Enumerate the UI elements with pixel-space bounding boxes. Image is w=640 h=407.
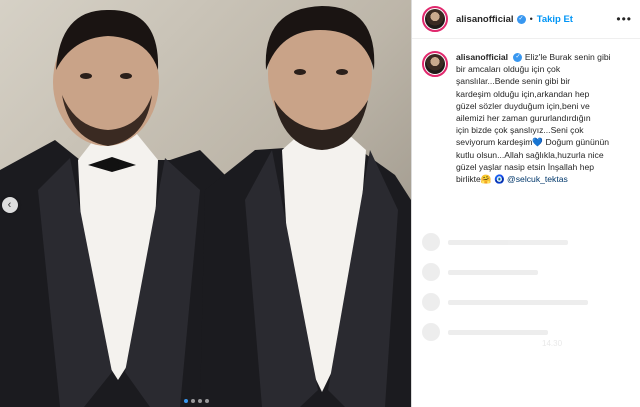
carousel-dot (205, 399, 209, 403)
caption-line: bir amcaları olduğu için çok (456, 64, 561, 75)
caption-line: seviyorum kardeşim (456, 137, 533, 148)
faded-row (422, 263, 631, 281)
caption-line: birlikte (456, 174, 481, 185)
separator-dot: • (529, 14, 533, 24)
follow-button[interactable]: Takip Et (537, 14, 573, 25)
carousel-dots (184, 399, 209, 403)
avatar[interactable] (422, 6, 448, 32)
mention-link[interactable]: @selcuk_tektas (507, 174, 568, 184)
verified-badge-icon: ✓ (516, 14, 526, 24)
verified-badge-icon: ✓ (513, 53, 523, 63)
caption-text: alisanofficial ✓ Eliz'le Burak senin gib… (456, 51, 632, 185)
hug-emoji-icon: 🤗 (480, 174, 492, 185)
caption-line: ailemizi her zaman gururlandırdığın (456, 113, 591, 124)
photo-illustration (0, 0, 411, 407)
evil-eye-emoji-icon: 🧿 (493, 174, 505, 185)
caption-line: için bizde çok şanslıyız...Seni çok (456, 125, 584, 136)
caption-line: şanslılar...Bende senin gibi bir (456, 76, 571, 87)
caption-line: kutlu olsun...Allah sağlıkla,huzurla nic… (456, 149, 604, 160)
caption-avatar[interactable] (422, 51, 448, 77)
caption-username[interactable]: alisanofficial (456, 52, 508, 62)
faded-row (422, 323, 631, 341)
blue-heart-icon: 💙 (532, 137, 544, 148)
header-username[interactable]: alisanofficial (456, 14, 514, 25)
carousel-dot (198, 399, 202, 403)
carousel-dot-active (184, 399, 188, 403)
faded-row (422, 293, 631, 311)
caption-line: güzel yaşlar nasip etsin İnşallah hep (456, 161, 595, 172)
caption: alisanofficial ✓ Eliz'le Burak senin gib… (412, 39, 640, 185)
carousel-dot (191, 399, 195, 403)
caption-line: Eliz'le Burak senin gibi (524, 52, 611, 62)
caption-line: kardeşim olduğu için,arkandan hep (456, 88, 590, 99)
caption-line: Doğum gününün (545, 137, 610, 148)
faded-comments: 14.30 (412, 233, 640, 355)
faded-row (422, 233, 631, 251)
instagram-post: ‹ alisanofficial ✓ • Takip Et ••• alisan… (0, 0, 640, 407)
chevron-left-icon: ‹ (7, 198, 12, 211)
post-sidebar: alisanofficial ✓ • Takip Et ••• alisanof… (411, 0, 640, 407)
post-header: alisanofficial ✓ • Takip Et ••• (412, 0, 640, 39)
faded-timestamp: 14.30 (542, 339, 563, 348)
more-options-icon[interactable]: ••• (616, 12, 632, 26)
previous-image-button[interactable]: ‹ (2, 197, 18, 213)
post-photo[interactable]: ‹ (0, 0, 411, 407)
caption-line: güzel sözler duyduğum için,beni ve (456, 100, 590, 111)
